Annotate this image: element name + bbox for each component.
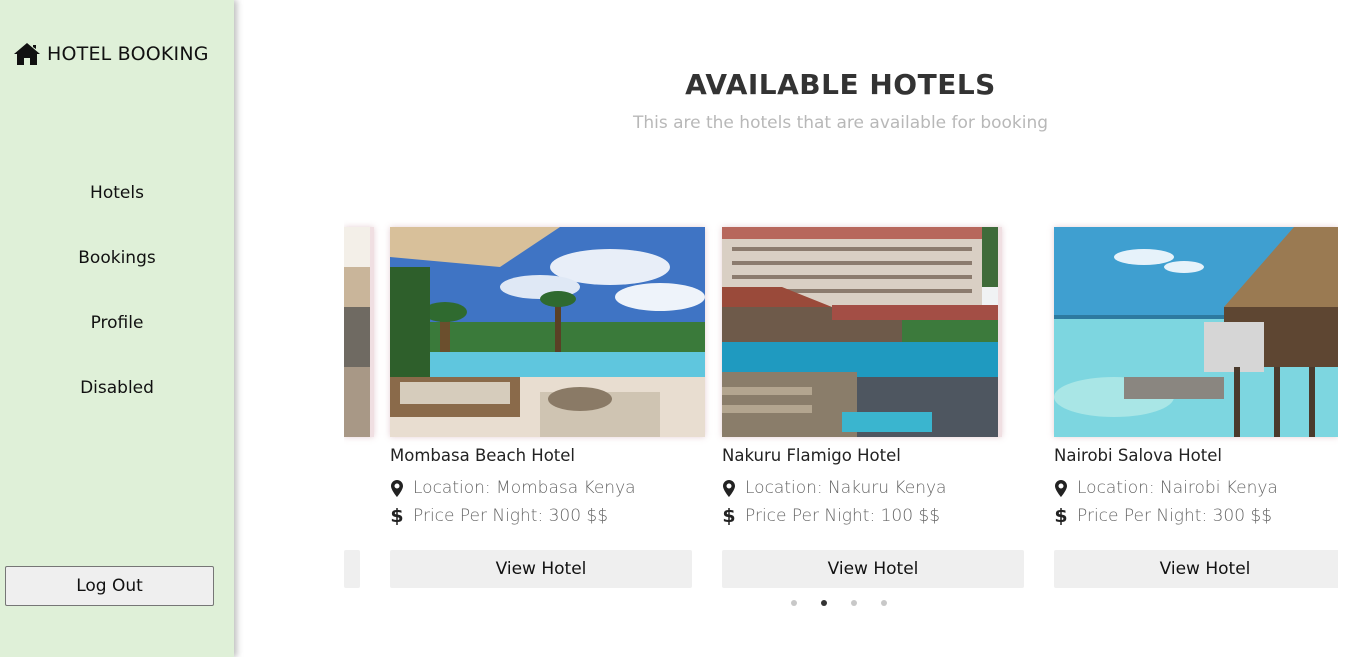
carousel-dot[interactable] (881, 600, 887, 606)
hotel-price-text: Price Per Night: 100 $$ (745, 506, 941, 526)
hotel-image (390, 227, 705, 437)
hotel-image (344, 227, 374, 437)
hotel-location-text: Location: Nairobi Kenya (1077, 478, 1278, 498)
view-hotel-button-partial[interactable] (344, 550, 360, 588)
hotel-card: Nakuru Flamigo Hotel Location: Nakuru Ke… (722, 220, 1024, 588)
home-icon (14, 43, 40, 65)
hotel-price: $ Price Per Night: 300 $$ (1054, 505, 1272, 527)
carousel-dots (791, 600, 887, 606)
view-hotel-button[interactable]: View Hotel (1054, 550, 1338, 588)
hotel-location-text: Location: Nakuru Kenya (745, 478, 947, 498)
hotel-carousel[interactable]: Mombasa Beach Hotel Location: Mombasa Ke… (344, 220, 1338, 600)
sidebar: HOTEL BOOKING Hotels Bookings Profile Di… (0, 0, 234, 657)
brand[interactable]: HOTEL BOOKING (13, 42, 209, 66)
hotel-location: Location: Nakuru Kenya (722, 478, 946, 498)
dollar-icon: $ (722, 505, 736, 527)
hotel-image (1054, 227, 1338, 437)
hotel-card: Mombasa Beach Hotel Location: Mombasa Ke… (390, 220, 705, 588)
hotel-location-text: Location: Mombasa Kenya (413, 478, 636, 498)
hotel-name: Nairobi Salova Hotel (1054, 446, 1222, 465)
brand-label: HOTEL BOOKING (47, 43, 209, 65)
hotel-price: $ Price Per Night: 100 $$ (722, 505, 940, 527)
hotel-price-text: Price Per Night: 300 $$ (413, 506, 609, 526)
nav-item-hotels[interactable]: Hotels (0, 183, 234, 203)
map-marker-icon (1054, 479, 1068, 497)
hotel-card: Nairobi Salova Hotel Location: Nairobi K… (1054, 220, 1338, 588)
hotel-card-partial (344, 220, 374, 588)
hotel-name: Nakuru Flamigo Hotel (722, 446, 901, 465)
nav-item-profile[interactable]: Profile (0, 313, 234, 333)
page-title: AVAILABLE HOTELS (685, 68, 996, 101)
logout-button[interactable]: Log Out (5, 566, 214, 606)
hotel-location: Location: Nairobi Kenya (1054, 478, 1278, 498)
dollar-icon: $ (390, 505, 404, 527)
map-marker-icon (390, 479, 404, 497)
hotel-location: Location: Mombasa Kenya (390, 478, 636, 498)
carousel-dot[interactable] (791, 600, 797, 606)
nav-item-bookings[interactable]: Bookings (0, 248, 234, 268)
carousel-dot[interactable] (851, 600, 857, 606)
map-marker-icon (722, 479, 736, 497)
view-hotel-button[interactable]: View Hotel (722, 550, 1024, 588)
carousel-dot-active[interactable] (821, 600, 827, 606)
hotel-name: Mombasa Beach Hotel (390, 446, 576, 465)
nav-item-disabled[interactable]: Disabled (0, 378, 234, 398)
hotel-price-text: Price Per Night: 300 $$ (1077, 506, 1273, 526)
view-hotel-button[interactable]: View Hotel (390, 550, 692, 588)
page-subtitle: This are the hotels that are available f… (632, 113, 1049, 133)
hotel-image (722, 227, 1002, 437)
dollar-icon: $ (1054, 505, 1068, 527)
hotel-price: $ Price Per Night: 300 $$ (390, 505, 608, 527)
